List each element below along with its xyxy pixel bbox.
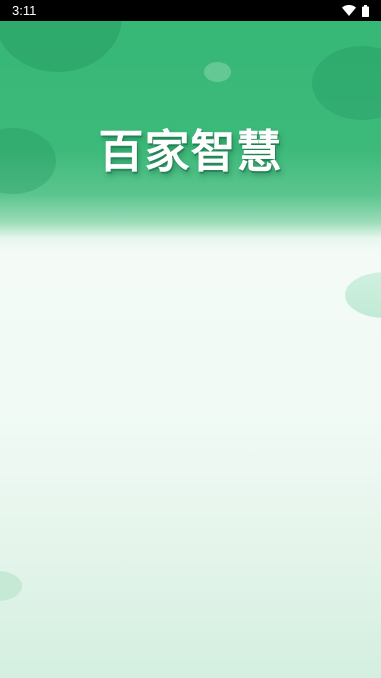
- decorative-circle-right: [345, 272, 381, 318]
- splash-screen: 百家智慧 3:11: [0, 0, 381, 678]
- app-title: 百家智慧: [98, 125, 283, 178]
- decorative-circle-small: [204, 62, 231, 82]
- status-time: 3:11: [12, 3, 37, 18]
- wifi-icon: [342, 5, 356, 16]
- decorative-circle-top-right: [312, 46, 381, 120]
- status-icons: [342, 4, 369, 17]
- battery-icon: [362, 4, 369, 17]
- decorative-circle-bottom-left: [0, 571, 22, 601]
- status-bar: 3:11: [0, 0, 381, 21]
